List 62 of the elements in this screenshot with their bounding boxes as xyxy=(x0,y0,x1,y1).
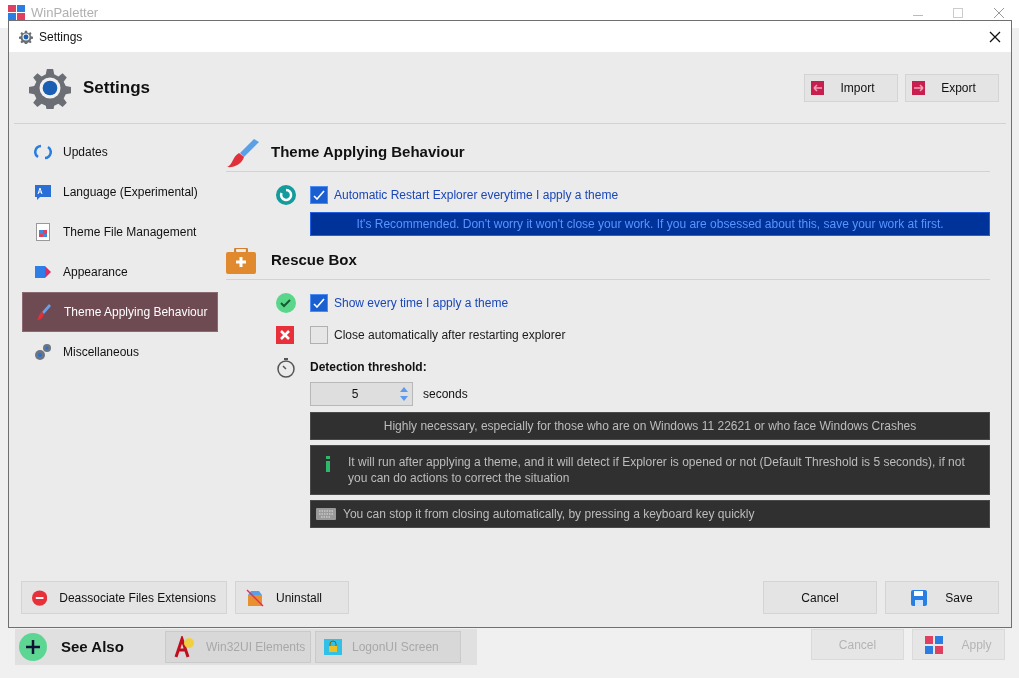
app-logo-icon xyxy=(925,635,944,654)
stopwatch-icon xyxy=(276,356,296,378)
close-icon xyxy=(276,326,294,344)
sidebar-item[interactable]: Updates xyxy=(22,132,218,172)
toolbox-icon xyxy=(226,247,256,274)
paintbrush-icon xyxy=(36,303,52,321)
sidebar-item[interactable]: Miscellaneous xyxy=(22,332,218,372)
info-banner: It's Recommended. Don't worry it won't close your work. If you are obsessed about this, save your work at first. xyxy=(310,212,990,236)
info-icon xyxy=(324,456,332,472)
checkbox-label: Automatic Restart Explorer everytime I apply a theme xyxy=(334,187,619,204)
keyboard-icon xyxy=(316,508,336,520)
note-text: Highly necessary, especially for those who are on Windows 11 22621 or who face Windows Crashes xyxy=(383,418,917,434)
minus-circle-icon xyxy=(32,589,48,606)
section-heading: Theme Applying Behaviour xyxy=(271,142,465,163)
cancel-button[interactable]: Cancel xyxy=(763,581,877,614)
field-label: Detection threshold: xyxy=(310,359,427,376)
check-circle-icon xyxy=(276,293,296,313)
font-icon xyxy=(174,636,196,658)
maximize-icon[interactable] xyxy=(953,8,963,18)
sidebar-item[interactable]: Appearance xyxy=(22,252,218,292)
deassociate-button[interactable]: Deassociate Files Extensions xyxy=(21,581,227,614)
app-title: WinPaletter xyxy=(31,5,99,21)
import-button[interactable]: Import xyxy=(804,74,898,102)
restart-icon xyxy=(276,185,296,205)
checkbox-label: Close automatically after restarting explorer xyxy=(334,327,566,344)
document-icon xyxy=(36,223,50,241)
checkbox[interactable] xyxy=(310,186,328,204)
page-heading: Settings xyxy=(83,77,151,100)
close-icon[interactable] xyxy=(989,30,1001,43)
sync-arrows-icon xyxy=(34,143,52,161)
section-heading: Rescue Box xyxy=(271,250,357,271)
paintbrush-icon xyxy=(226,137,260,168)
app-logo-icon xyxy=(8,5,25,21)
spinner-arrows-icon xyxy=(399,385,409,403)
export-arrow-icon xyxy=(912,81,925,95)
uninstall-button[interactable]: Uninstall xyxy=(235,581,349,614)
number-spinner[interactable]: 5 xyxy=(310,382,413,406)
palette-icon xyxy=(34,264,52,280)
plus-circle-icon xyxy=(19,633,47,661)
padlock-icon xyxy=(324,639,342,655)
checkmark-icon xyxy=(313,190,325,200)
note-text: You can stop it from closing automatically, by pressing a keyboard key quickly xyxy=(343,506,755,522)
export-button[interactable]: Export xyxy=(905,74,999,102)
see-also-title: See Also xyxy=(61,636,125,657)
sidebar-item[interactable]: Language (Experimental) xyxy=(22,172,218,212)
checkbox[interactable] xyxy=(310,326,328,344)
settings-gear-icon xyxy=(29,67,71,109)
gear-icon xyxy=(19,29,33,44)
sidebar-item[interactable]: Theme File Management xyxy=(22,212,218,252)
package-icon xyxy=(246,588,264,607)
checkbox-label: Show every time I apply a theme xyxy=(334,295,509,312)
sidebar-item[interactable]: Theme Applying Behaviour xyxy=(22,292,218,332)
translate-icon xyxy=(34,183,52,201)
gears-icon xyxy=(34,343,52,361)
checkbox[interactable] xyxy=(310,294,328,312)
dialog-title: Settings xyxy=(39,28,83,46)
minimize-icon[interactable] xyxy=(913,14,923,16)
unit-label: seconds xyxy=(423,386,468,403)
note-text: It will run after applying a theme, and it will detect if Explorer is opened or not (Default Threshold is 5 seconds), if not you can do actions to correct the situation xyxy=(348,454,966,486)
save-button[interactable]: Save xyxy=(885,581,999,614)
checkmark-icon xyxy=(313,298,325,308)
import-arrow-icon xyxy=(811,81,824,95)
